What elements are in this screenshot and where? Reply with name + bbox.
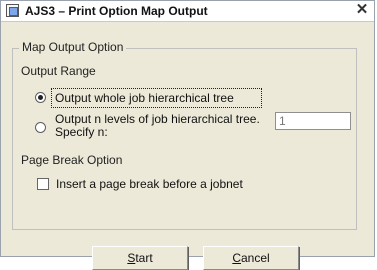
window-title: AJS3 – Print Option Map Output [25, 4, 208, 18]
dialog-content: Map Output Option Output Range Output wh… [1, 22, 374, 270]
output-range-label: Output Range [21, 64, 96, 78]
output-n-levels-label-line1: Output n levels of job hierarchical tree… [55, 112, 260, 126]
page-break-checkbox-label: Insert a page break before a jobnet [56, 177, 243, 191]
start-button[interactable]: Start [92, 246, 188, 270]
output-whole-tree-radio[interactable] [35, 92, 46, 103]
group-legend: Map Output Option [19, 40, 127, 54]
page-break-option-label: Page Break Option [21, 153, 123, 167]
output-n-levels-radio[interactable] [35, 122, 46, 133]
cancel-label: ancel [240, 251, 270, 265]
output-whole-tree-label: Output whole job hierarchical tree [55, 91, 234, 105]
cancel-mnemonic: C [232, 251, 241, 265]
page-break-checkbox[interactable] [37, 178, 49, 190]
output-n-levels-label-line2: Specify n: [55, 125, 108, 139]
print-option-dialog: AJS3 – Print Option Map Output ✕ Map Out… [0, 0, 375, 270]
title-bar: AJS3 – Print Option Map Output ✕ [1, 1, 374, 22]
app-window-icon [6, 4, 19, 17]
cancel-button[interactable]: Cancel [203, 246, 299, 270]
map-output-option-group: Map Output Option Output Range Output wh… [12, 40, 357, 230]
start-label: tart [135, 251, 153, 265]
levels-input[interactable] [275, 112, 351, 130]
close-icon[interactable]: ✕ [355, 2, 369, 18]
